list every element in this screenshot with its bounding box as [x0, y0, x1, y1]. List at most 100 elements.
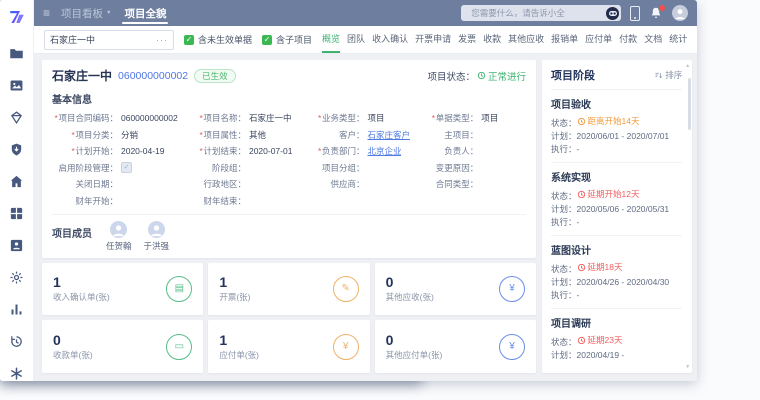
user-avatar[interactable] — [672, 5, 688, 21]
tab-payable[interactable]: 应付单 — [585, 26, 612, 53]
robot-assistant-icon[interactable] — [606, 7, 619, 20]
chart-icon[interactable] — [9, 302, 24, 317]
tab-overview[interactable]: 概览 — [322, 26, 340, 53]
tab-other-receivable[interactable]: 其他应收 — [508, 26, 544, 53]
project-status-label: 项目状态： — [427, 69, 475, 83]
sidebar-nav — [9, 46, 24, 381]
phase-item-acceptance[interactable]: 项目验收 状态：距离开始14天 计划：2020/06/01 - 2020/07/… — [551, 89, 682, 162]
clock-icon — [577, 190, 586, 199]
sort-button[interactable]: 排序 — [654, 69, 682, 81]
project-members: 项目成员 任贺翰 于洪强 — [52, 214, 526, 252]
member[interactable]: 于洪强 — [144, 221, 170, 252]
contact-icon[interactable] — [9, 238, 24, 253]
tab-payment[interactable]: 付款 — [619, 26, 637, 53]
phase-item-research[interactable]: 项目调研 状态：延期23天 计划：2020/04/19 - — [551, 308, 682, 368]
app-logo-icon[interactable] — [8, 8, 26, 26]
clock-icon — [477, 71, 486, 80]
tab-expense[interactable]: 报销单 — [551, 26, 578, 53]
tab-collection[interactable]: 收款 — [483, 26, 501, 53]
form-field: *项目合同编码：060000000002 — [52, 112, 180, 124]
form-field: *单据类型：项目 — [412, 112, 526, 124]
project-info-card: 石家庄一中 060000000002 已生效 项目状态： 正常进行 — [42, 60, 536, 258]
project-code-link[interactable]: 060000000002 — [118, 70, 188, 82]
tab-invoice[interactable]: 发票 — [458, 26, 476, 53]
phase-item-blueprint[interactable]: 蓝图设计 状态：延期18天 计划：2020/04/26 - 2020/04/30… — [551, 235, 682, 308]
scrollbar-thumb[interactable] — [688, 78, 691, 130]
mobile-icon[interactable] — [630, 6, 640, 21]
status-badge: 已生效 — [194, 69, 236, 83]
gem-icon[interactable] — [9, 110, 24, 125]
clock-icon — [577, 336, 586, 345]
content-tabs: 概览 团队 收入确认 开票申请 发票 收款 其他应收 报销单 应付单 付款 文档… — [322, 26, 687, 53]
checkbox-include-ineffective[interactable]: 含未生效单据 — [184, 33, 252, 46]
form-field: *项目属性：其他 — [180, 129, 299, 141]
top-bar: ≡ 项目看板▼ 项目全貌 — [34, 0, 697, 26]
clock-icon — [577, 263, 586, 272]
project-picker-input[interactable]: 石家庄一中··· — [44, 30, 174, 50]
department-link[interactable]: 北京企业 — [367, 145, 401, 157]
member[interactable]: 任贺翰 — [106, 221, 132, 252]
form-field: 财年开始： — [52, 195, 180, 207]
stat-card-collection[interactable]: 0收款单(张) — [42, 320, 203, 373]
customer-link[interactable]: 石家庄客户 — [367, 129, 410, 141]
stat-card-invoice[interactable]: 1开票(张) — [208, 263, 369, 316]
receipt-icon — [166, 276, 192, 302]
tab-team[interactable]: 团队 — [347, 26, 365, 53]
tab-revenue-confirm[interactable]: 收入确认 — [372, 26, 408, 53]
badge-icon[interactable] — [9, 142, 24, 157]
form-field: *计划开始：2020-04-19 — [52, 145, 180, 157]
scroll-down-icon[interactable]: ▼ — [685, 364, 690, 370]
folder-icon[interactable] — [9, 46, 24, 61]
stage-mgmt-checkbox[interactable] — [121, 162, 132, 173]
checkbox-checked-icon — [262, 35, 272, 45]
hamburger-menu-icon[interactable]: ≡ — [43, 0, 50, 26]
stat-card-revenue-confirm[interactable]: 1收入确认单(张) — [42, 263, 203, 316]
payable-icon — [333, 334, 359, 360]
form-field-customer: 客户：石家庄客户 — [298, 129, 412, 141]
more-icon[interactable]: ··· — [156, 35, 168, 45]
form-field: *项目名称：石家庄一中 — [180, 112, 299, 124]
tab-project-overview[interactable]: 项目全貌 — [122, 0, 168, 26]
home-icon[interactable] — [9, 174, 24, 189]
filter-bar: 石家庄一中··· 含未生效单据 含子项目 概览 团队 收入确认 开票申请 发票 — [34, 26, 697, 54]
tab-docs[interactable]: 文档 — [644, 26, 662, 53]
checkbox-include-subprojects[interactable]: 含子项目 — [262, 33, 312, 46]
search-input[interactable] — [469, 7, 602, 19]
grid-icon[interactable] — [9, 206, 24, 221]
pen-icon — [333, 276, 359, 302]
tab-stats[interactable]: 统计 — [669, 26, 687, 53]
stat-card-other-receivable[interactable]: 0其他应收(张) — [375, 263, 536, 316]
form-field: 变更原因： — [412, 162, 526, 174]
notification-bell-icon[interactable] — [649, 6, 663, 20]
form-field-stage-mgmt: 启用阶段管理： — [52, 162, 180, 174]
stat-card-payable[interactable]: 1应付单(张) — [208, 320, 369, 373]
form-field-department: *负责部门：北京企业 — [298, 145, 412, 157]
form-field: 合同类型： — [412, 178, 526, 190]
basic-info-form: *项目合同编码：060000000002 *项目名称：石家庄一中 *业务类型：项… — [52, 112, 526, 207]
project-status-value: 正常进行 — [477, 69, 526, 83]
history-icon[interactable] — [9, 334, 24, 349]
stat-cards: 1收入确认单(张) 1开票(张) 0其他应收(张) 0收款单(张) — [42, 263, 536, 374]
yuan-icon — [499, 276, 525, 302]
form-field: 项目分组： — [298, 162, 412, 174]
phases-title: 项目阶段 — [551, 67, 595, 83]
form-field: 行政地区： — [180, 178, 299, 190]
form-field: 主项目： — [412, 129, 526, 141]
member-avatar-icon — [148, 221, 165, 238]
members-label: 项目成员 — [52, 225, 92, 252]
checkbox-checked-icon — [184, 35, 194, 45]
active-window: ≡ 项目看板▼ 项目全貌 石家庄一中··· — [0, 0, 697, 381]
gear-icon[interactable] — [9, 270, 24, 285]
phase-item-realization[interactable]: 系统实现 状态：延期开始12天 计划：2020/05/06 - 2020/05/… — [551, 162, 682, 235]
gallery-icon[interactable] — [9, 78, 24, 93]
scroll-up-icon[interactable]: ▲ — [685, 63, 690, 69]
assistant-search[interactable] — [461, 5, 621, 21]
tab-project-board[interactable]: 项目看板▼ — [59, 0, 113, 26]
project-phases-panel: 项目阶段 排序 项目验收 状态：距离开始14天 计划：2020/06/01 - … — [542, 60, 692, 373]
form-field: 负责人： — [412, 145, 526, 157]
tab-invoice-apply[interactable]: 开票申请 — [415, 26, 451, 53]
stat-card-other-payable[interactable]: 0其他应付单(张) — [375, 320, 536, 373]
member-avatar-icon — [110, 221, 127, 238]
form-field: 财年结束： — [180, 195, 299, 207]
asterisk-icon[interactable] — [9, 366, 24, 381]
